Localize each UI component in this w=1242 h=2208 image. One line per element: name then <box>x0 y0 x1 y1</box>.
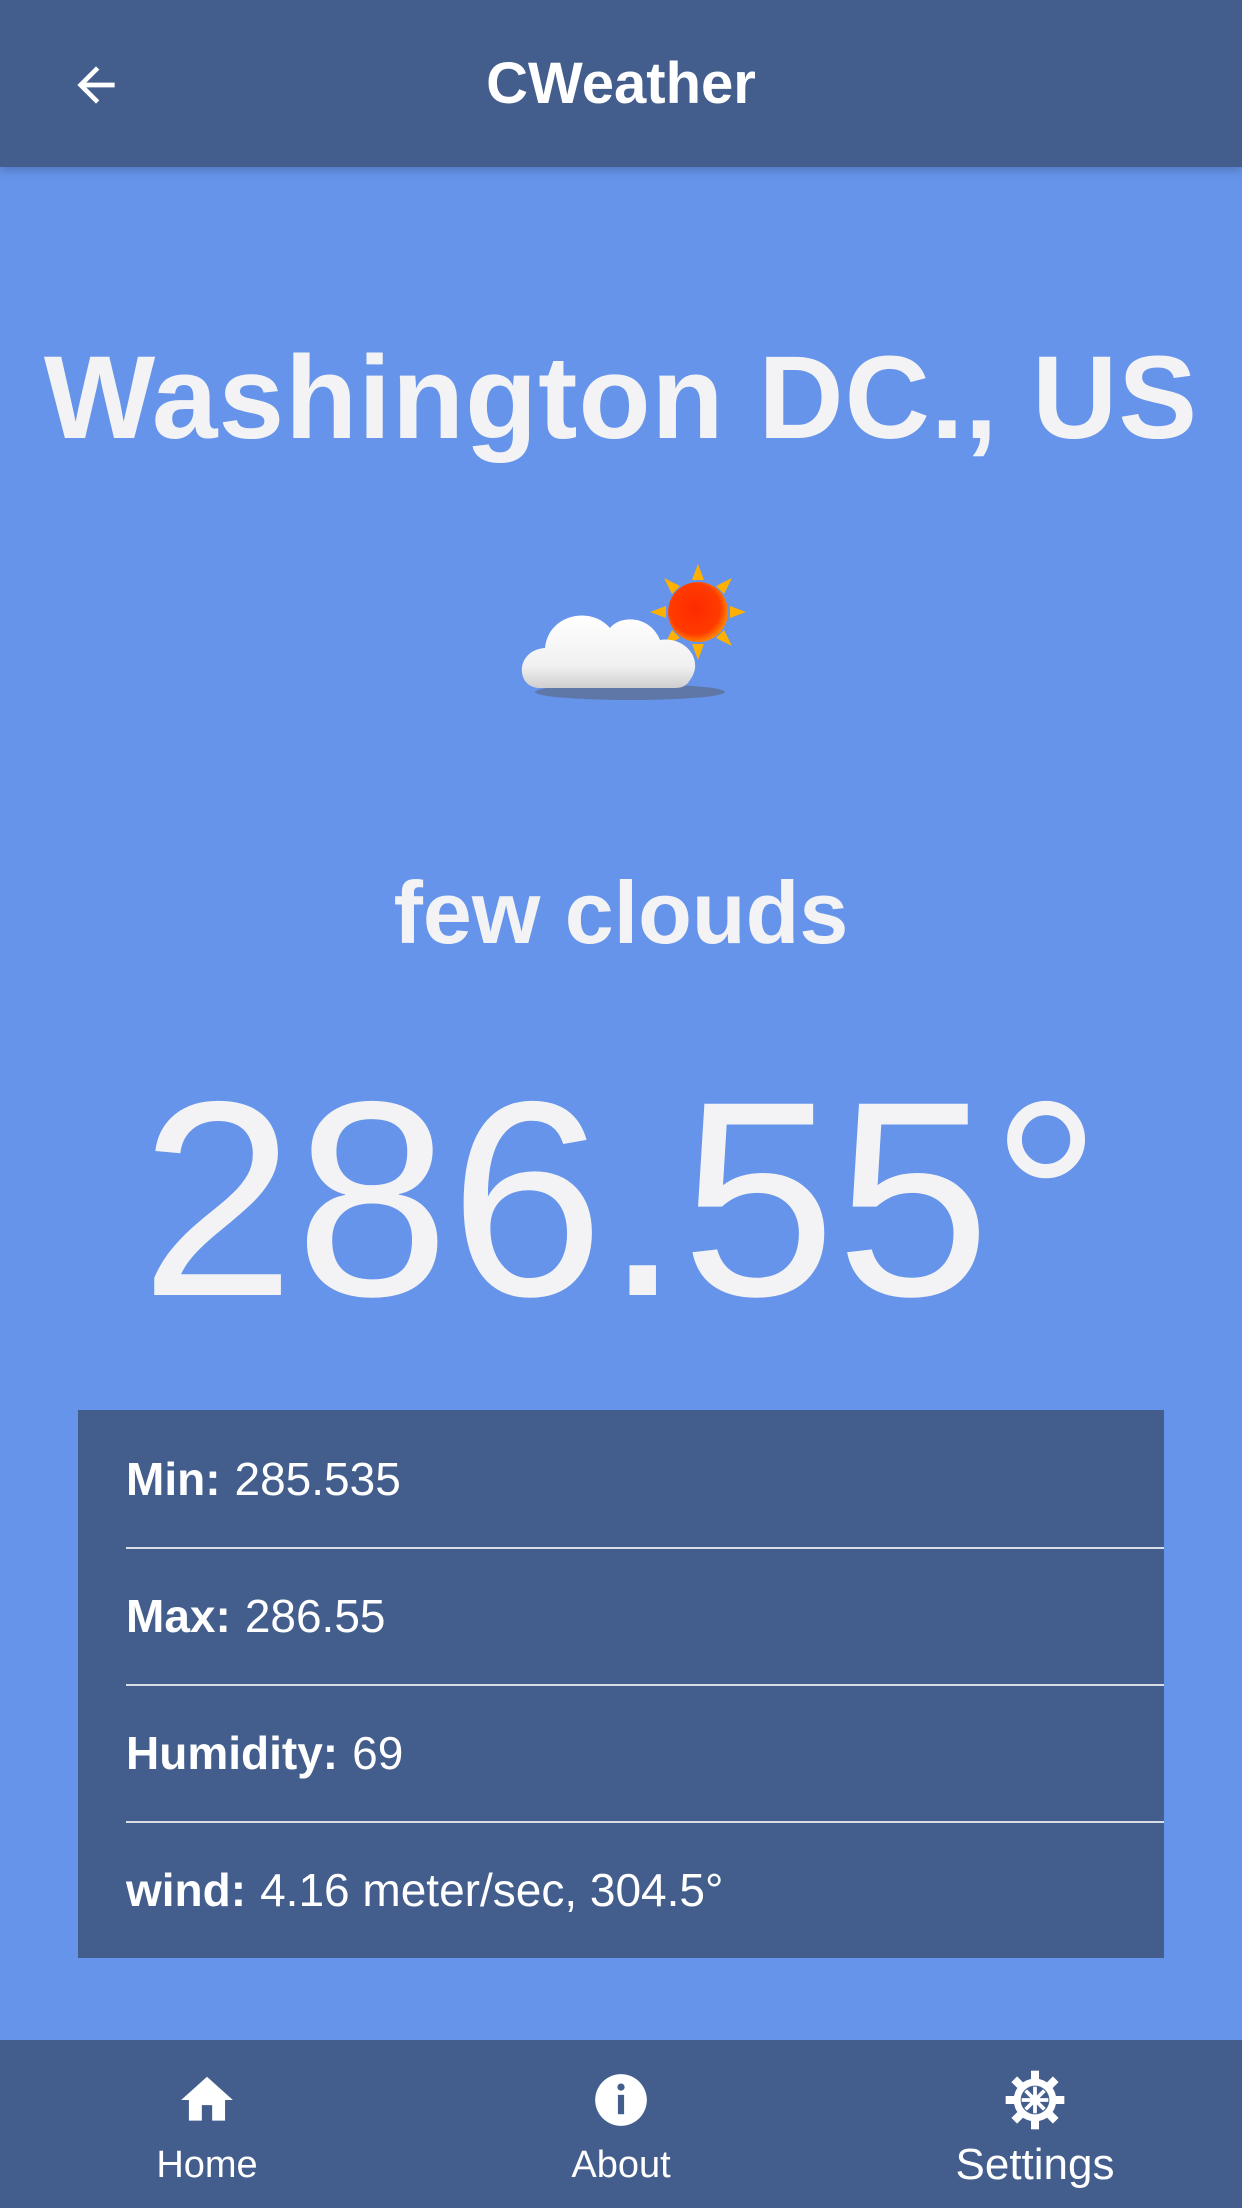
app-title: CWeather <box>486 51 756 116</box>
detail-value: 285.535 <box>234 1452 401 1505</box>
weather-details-list: Min: 285.535 Max: 286.55 Humidity: 69 wi… <box>78 1410 1164 1958</box>
weather-description: few clouds <box>393 863 849 962</box>
home-icon <box>175 2068 239 2132</box>
app-bar: CWeather <box>0 0 1242 167</box>
detail-label: Humidity: <box>126 1726 339 1779</box>
nav-home[interactable]: Home <box>0 2040 414 2208</box>
detail-row-min: Min: 285.535 <box>78 1410 1164 1547</box>
detail-row-max: Max: 286.55 <box>78 1547 1164 1684</box>
info-icon <box>589 2068 653 2132</box>
detail-value: 4.16 meter/sec, 304.5° <box>260 1863 724 1916</box>
nav-home-label: Home <box>156 2144 258 2186</box>
location-name: Washington DC., US <box>43 332 1199 464</box>
back-button[interactable] <box>56 45 136 125</box>
bottom-navigation: Home About Settings <box>0 2040 1242 2208</box>
detail-value: 286.55 <box>244 1589 386 1642</box>
partly-cloudy-icon <box>521 564 746 700</box>
nav-settings-label: Settings <box>955 2140 1115 2189</box>
temperature: 286.55° <box>140 1043 1102 1354</box>
detail-row-humidity: Humidity: 69 <box>78 1684 1164 1821</box>
nav-settings[interactable]: Settings <box>828 2040 1242 2208</box>
gear-icon <box>1003 2068 1067 2132</box>
nav-about-label: About <box>571 2144 671 2186</box>
detail-value: 69 <box>352 1726 404 1779</box>
detail-label: Min: <box>126 1452 221 1505</box>
nav-about[interactable]: About <box>414 2040 828 2208</box>
detail-label: Max: <box>126 1589 231 1642</box>
detail-row-wind: wind: 4.16 meter/sec, 304.5° <box>78 1821 1164 1958</box>
detail-label: wind: <box>126 1863 247 1916</box>
arrow-left-icon <box>77 66 115 104</box>
